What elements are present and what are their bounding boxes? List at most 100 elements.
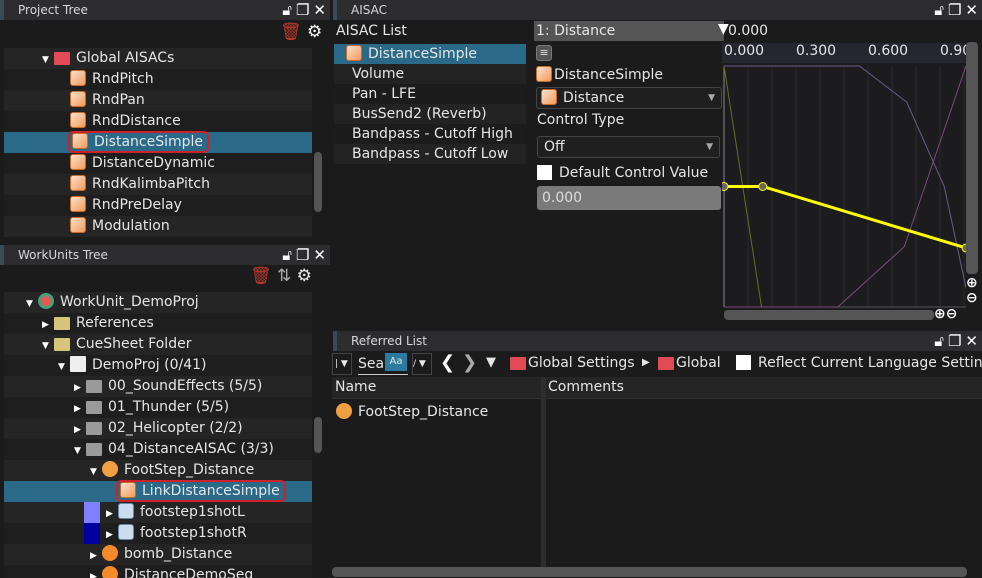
forward-icon[interactable]: ❯ xyxy=(462,352,477,374)
curve-point xyxy=(722,182,729,191)
control-select[interactable]: Distance ▼ xyxy=(536,87,722,109)
tree-item[interactable]: ▶ References xyxy=(4,313,312,334)
delete-icon[interactable]: 🗑︎ xyxy=(250,266,272,286)
filter-dropdown[interactable]: | ▼ xyxy=(332,353,352,375)
close-icon[interactable]: ✕ xyxy=(313,0,326,20)
tree-item[interactable]: ▶ bomb_Distance xyxy=(4,544,312,565)
lock-icon[interactable]: 🔓︎ xyxy=(934,331,944,351)
tree-item-label: References xyxy=(76,315,154,331)
tree-item-label: 00_SoundEffects (5/5) xyxy=(108,378,263,394)
aisac-list-item[interactable]: BusSend2 (Reverb) xyxy=(334,104,526,124)
tree-item[interactable]: RndPreDelay xyxy=(4,195,312,216)
tree-item[interactable]: ▼ Global AISACs xyxy=(4,48,312,69)
horizontal-scrollbar[interactable] xyxy=(724,310,934,320)
expand-toggle-icon[interactable]: ▶ xyxy=(74,420,86,441)
horizontal-scrollbar[interactable] xyxy=(332,567,967,577)
default-control-label: Default Control Value xyxy=(559,165,709,181)
workunit-icon xyxy=(38,293,54,309)
breadcrumb-global-settings[interactable]: Global Settings xyxy=(510,352,635,374)
gear-icon[interactable]: ⚙ xyxy=(297,266,312,286)
gear-icon[interactable]: ⚙ xyxy=(307,22,322,42)
search-option-dropdown[interactable]: / ▼ xyxy=(412,353,432,375)
tree-item[interactable]: ▼ DemoProj (0/41) xyxy=(4,355,312,376)
lock-icon[interactable]: 🔓︎ xyxy=(282,0,292,20)
breadcrumb-global[interactable]: Global xyxy=(658,352,721,374)
tree-item[interactable]: ▶ footstep1shotL xyxy=(4,502,312,523)
float-icon[interactable]: ❐ xyxy=(948,331,961,351)
zoom-in-v-icon[interactable]: ⊕ ⊖ xyxy=(966,276,978,306)
match-case-button[interactable]: Aa xyxy=(385,353,407,371)
tree-item[interactable]: RndDistance xyxy=(4,111,312,132)
tree-item-label: footstep1shotR xyxy=(140,525,247,541)
tree-item[interactable]: DistanceSimple xyxy=(4,131,312,153)
color-swatch xyxy=(84,523,100,544)
tree-item-label: footstep1shotL xyxy=(140,504,245,520)
expand-toggle-icon[interactable]: ▶ xyxy=(90,546,102,567)
tree-item[interactable]: ▶ footstep1shotR xyxy=(4,523,312,544)
cursor-value: 0.000 xyxy=(728,23,769,39)
lock-icon[interactable]: 🔓︎ xyxy=(282,245,292,265)
default-control-value-input[interactable]: 0.000 xyxy=(537,186,721,210)
expand-toggle-icon[interactable]: ▶ xyxy=(74,378,86,399)
float-icon[interactable]: ❐ xyxy=(948,0,961,20)
tree-item[interactable]: DistanceDynamic xyxy=(4,153,312,174)
tree-item[interactable]: RndPitch xyxy=(4,69,312,90)
tree-item[interactable]: RndKalimbaPitch xyxy=(4,174,312,195)
menu-icon[interactable]: ≡ xyxy=(536,45,552,61)
close-icon[interactable]: ✕ xyxy=(313,245,326,265)
close-icon[interactable]: ✕ xyxy=(965,331,978,351)
column-name[interactable]: Name xyxy=(335,379,376,395)
float-icon[interactable]: ❐ xyxy=(296,0,309,20)
zoom-in-h-icon[interactable]: ⊕⊖ xyxy=(934,306,957,322)
tree-item[interactable]: ▼ 04_DistanceAISAC (3/3) xyxy=(4,439,312,460)
aisac-list-item[interactable]: Volume xyxy=(334,64,526,84)
tree-item[interactable]: ▶ 01_Thunder (5/5) xyxy=(4,397,312,418)
control-type-select[interactable]: Off ▼ xyxy=(537,136,720,158)
column-comments[interactable]: Comments xyxy=(548,379,624,395)
expand-toggle-icon[interactable]: ▶ xyxy=(74,399,86,420)
sort-icon[interactable]: ⇅ xyxy=(277,266,291,286)
tree-item[interactable]: ▶ 00_SoundEffects (5/5) xyxy=(4,376,312,397)
tree-item[interactable]: ▼ CueSheet Folder xyxy=(4,334,312,355)
expand-toggle-icon[interactable]: ▼ xyxy=(74,441,86,462)
expand-toggle-icon[interactable]: ▼ xyxy=(42,336,54,357)
vertical-scrollbar[interactable] xyxy=(966,42,978,274)
aisac-list-item[interactable]: Bandpass - Cutoff High xyxy=(334,124,526,144)
tree-item-label: DemoProj (0/41) xyxy=(92,357,207,373)
expand-toggle-icon[interactable]: ▶ xyxy=(106,525,118,546)
graph-tab[interactable]: 1: Distance xyxy=(534,21,724,41)
expand-toggle-icon[interactable]: ▼ xyxy=(42,50,54,71)
close-icon[interactable]: ✕ xyxy=(965,0,978,20)
scrollbar[interactable] xyxy=(314,417,322,453)
back-icon[interactable]: ❮ xyxy=(440,352,455,374)
tree-item[interactable]: ▶ DistanceDemoSeq xyxy=(4,565,312,578)
zoom-out-v-icon[interactable]: ⊖ xyxy=(966,290,978,306)
aisac-graph[interactable] xyxy=(722,63,966,311)
expand-toggle-icon[interactable]: ▶ xyxy=(42,315,54,336)
delete-icon[interactable]: 🗑︎ ⚙ xyxy=(280,22,322,42)
history-dropdown-icon[interactable]: ▼ xyxy=(486,352,496,374)
tree-item[interactable]: Modulation xyxy=(4,216,312,237)
expand-toggle-icon[interactable]: ▼ xyxy=(58,357,70,378)
expand-toggle-icon[interactable]: ▶ xyxy=(106,504,118,525)
aisac-icon xyxy=(70,91,86,107)
tree-item[interactable]: ▼ WorkUnit_DemoProj xyxy=(4,292,312,313)
tree-item[interactable]: ▶ 02_Helicopter (2/2) xyxy=(4,418,312,439)
lock-icon[interactable]: 🔓︎ xyxy=(934,0,944,20)
tree-item[interactable]: ▼ FootStep_Distance xyxy=(4,460,312,481)
expand-toggle-icon[interactable]: ▶ xyxy=(90,567,102,578)
tree-item-label: DistanceDemoSeq xyxy=(124,567,254,578)
default-control-checkbox[interactable] xyxy=(537,165,552,180)
tree-item[interactable]: LinkDistanceSimple xyxy=(4,480,312,502)
expand-toggle-icon[interactable]: ▼ xyxy=(26,294,38,315)
aisac-list-item[interactable]: Bandpass - Cutoff Low xyxy=(334,144,526,164)
scrollbar[interactable] xyxy=(314,152,322,212)
float-icon[interactable]: ❐ xyxy=(296,245,309,265)
aisac-list-item[interactable]: Pan - LFE xyxy=(334,84,526,104)
reflect-language-checkbox[interactable] xyxy=(736,355,751,370)
expand-toggle-icon[interactable]: ▼ xyxy=(90,462,102,483)
tree-item[interactable]: RndPan xyxy=(4,90,312,111)
table-row[interactable]: FootStep_Distance xyxy=(336,403,488,420)
column-splitter[interactable] xyxy=(541,377,546,567)
aisac-list-item[interactable]: DistanceSimple xyxy=(334,44,526,64)
